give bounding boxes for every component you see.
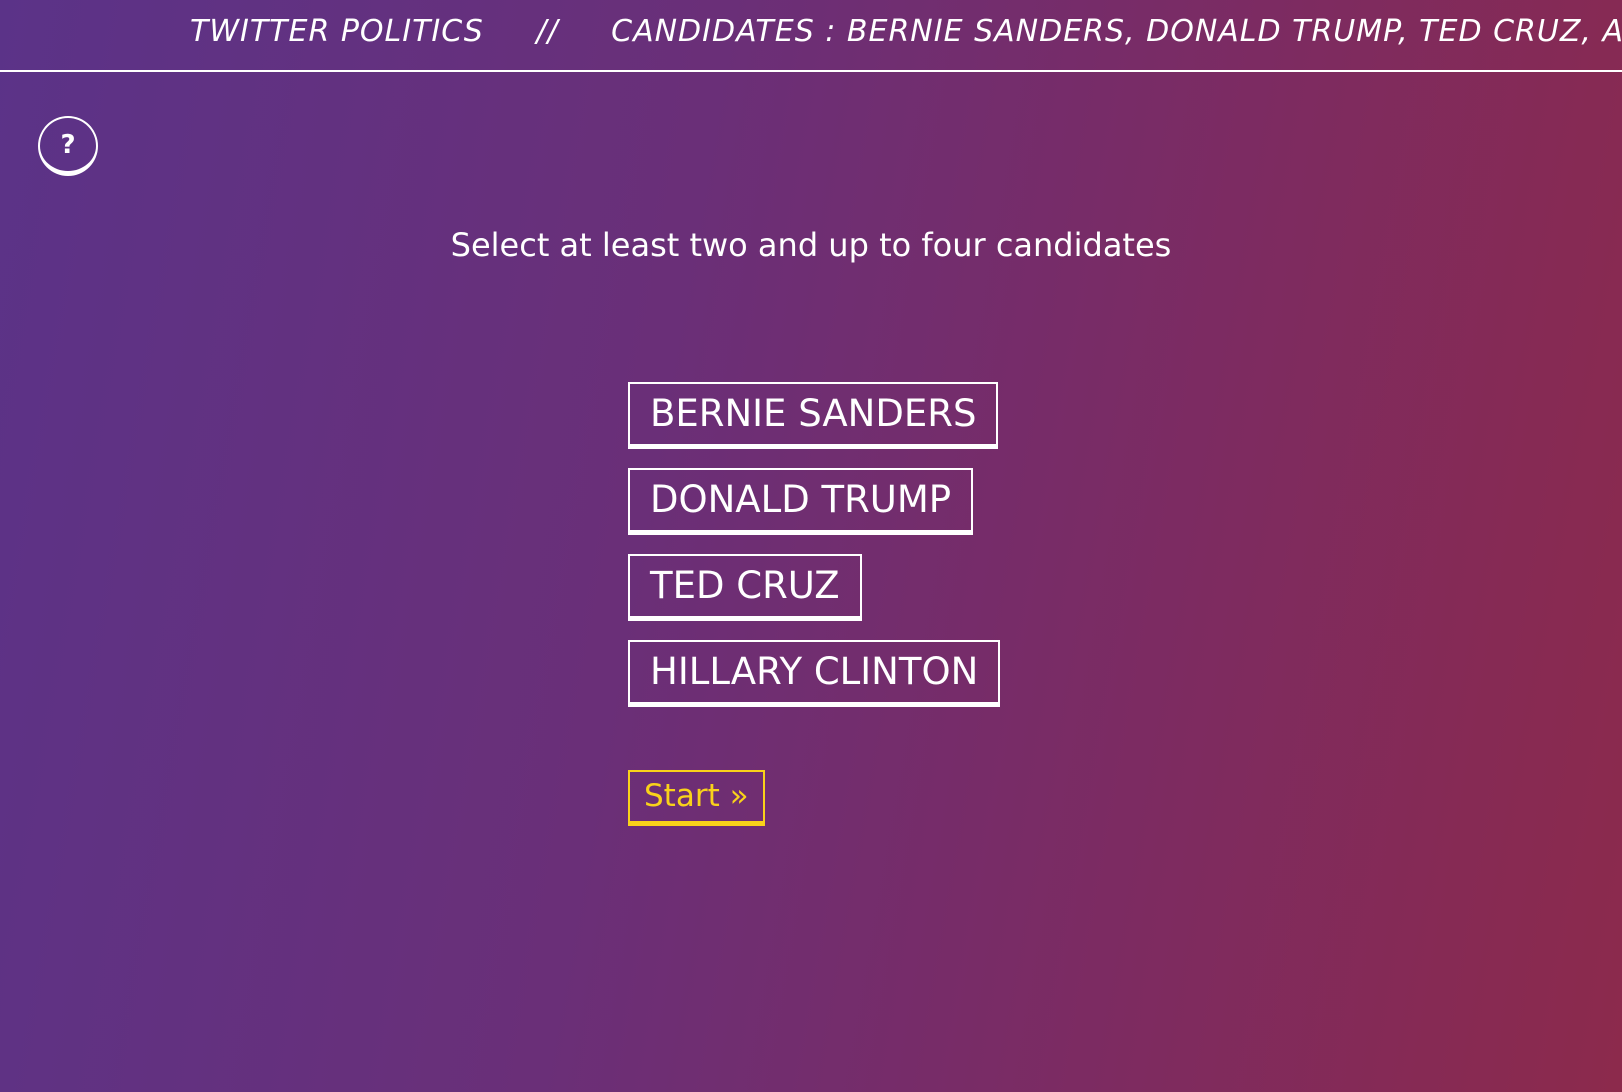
header-bar: TWITTER POLITICS // CANDIDATES : BERNIE … [0, 0, 1622, 72]
candidate-list: BERNIE SANDERS DONALD TRUMP TED CRUZ HIL… [628, 382, 1001, 726]
candidate-button-hillary-clinton[interactable]: HILLARY CLINTON [628, 640, 1001, 707]
candidates-line: CANDIDATES : BERNIE SANDERS, DONALD TRUM… [611, 14, 1622, 49]
help-button[interactable]: ? [38, 116, 98, 176]
candidate-row: TED CRUZ [628, 554, 862, 640]
question-mark-icon: ? [60, 129, 76, 160]
candidate-button-bernie-sanders[interactable]: BERNIE SANDERS [628, 382, 999, 449]
header-separator: // [536, 14, 559, 49]
site-title: TWITTER POLITICS [190, 14, 484, 49]
candidate-button-ted-cruz[interactable]: TED CRUZ [628, 554, 862, 621]
header-text: TWITTER POLITICS // CANDIDATES : BERNIE … [190, 14, 1622, 49]
instruction-text: Select at least two and up to four candi… [450, 226, 1172, 264]
candidate-button-donald-trump[interactable]: DONALD TRUMP [628, 468, 974, 535]
start-button[interactable]: Start » [628, 770, 765, 826]
candidate-row: DONALD TRUMP [628, 468, 974, 554]
candidate-row: BERNIE SANDERS [628, 382, 999, 468]
candidate-row: HILLARY CLINTON [628, 640, 1001, 726]
